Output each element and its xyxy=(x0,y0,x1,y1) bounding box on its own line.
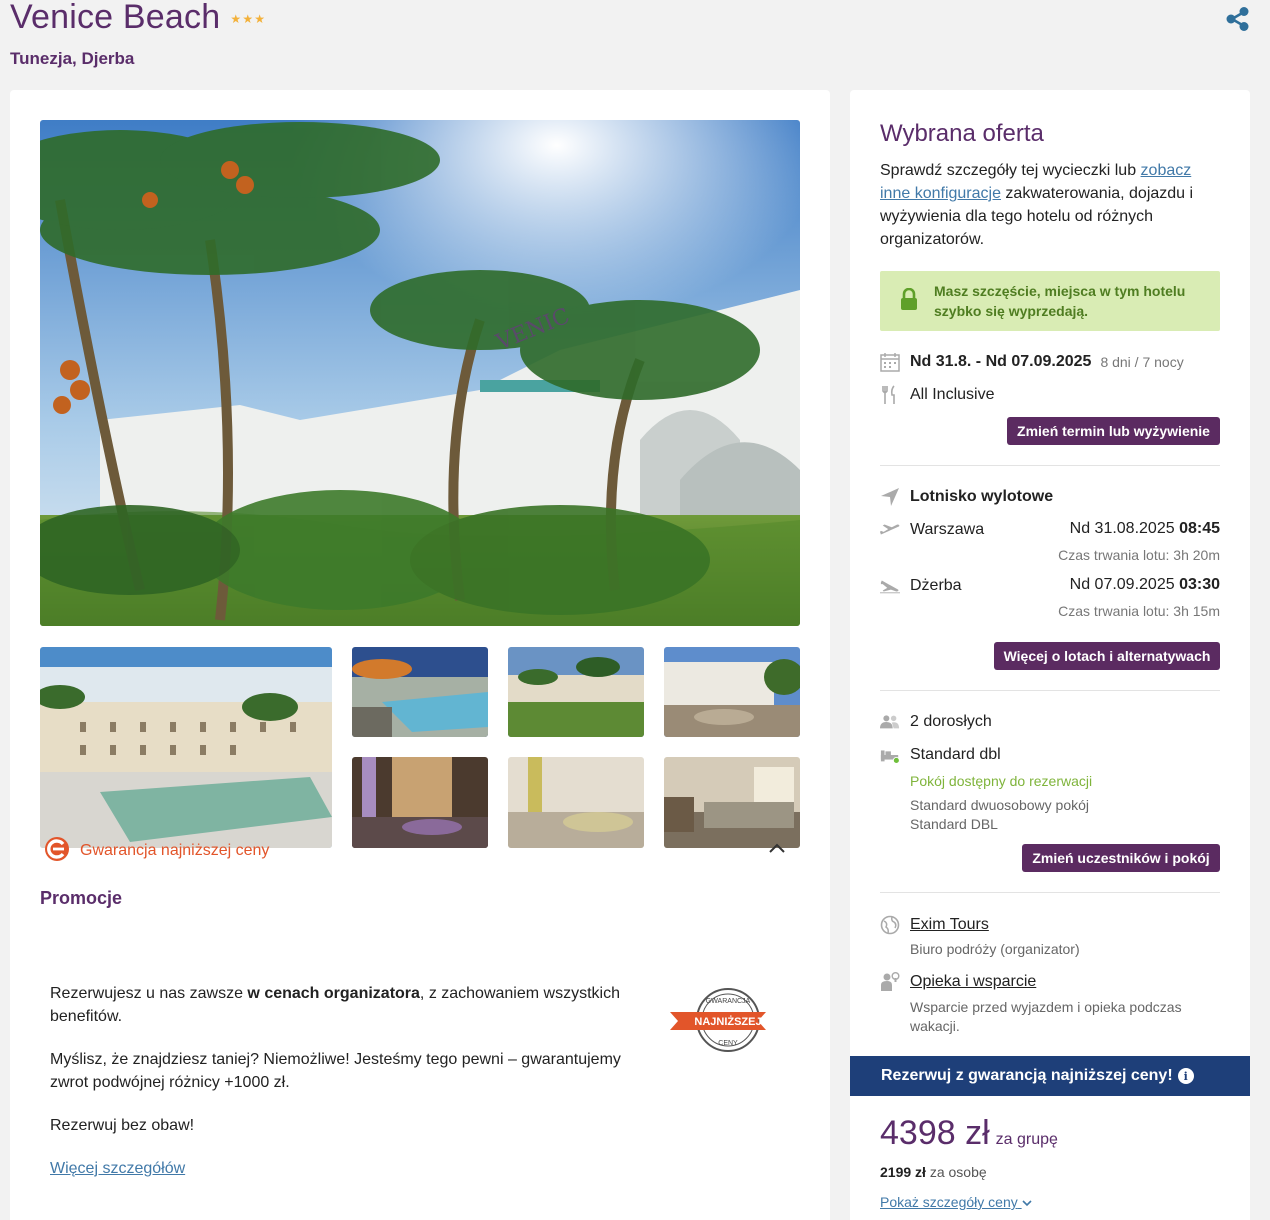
plane-landing-icon xyxy=(880,576,900,596)
room-description: Standard dwuosobowy pokój xyxy=(910,797,1090,813)
organizer-description: Biuro podróży (organizator) xyxy=(910,941,1080,957)
star-icon: ★ xyxy=(242,11,254,26)
per-person-unit: za osobę xyxy=(929,1164,987,1180)
organizer-link[interactable]: Exim Tours xyxy=(910,916,989,934)
per-person-value: 2199 zł xyxy=(880,1164,926,1180)
star-icon: ★ xyxy=(254,11,266,26)
outbound-city: Warszawa xyxy=(910,521,985,538)
total-price: 4398 zł za grupę xyxy=(880,1114,1058,1153)
availability-alert: Masz szczęście, miejsca w tym hotelu szy… xyxy=(880,271,1220,331)
promotion-paragraph: Myślisz, że znajdziesz taniej? Niemożliw… xyxy=(50,1051,621,1091)
gallery-thumbnail[interactable] xyxy=(508,647,644,737)
star-icon: ★ xyxy=(230,11,242,26)
support-agent-icon xyxy=(880,972,900,992)
gallery-thumbnail[interactable] xyxy=(508,757,644,848)
room-row: Standard dbl xyxy=(880,745,1001,765)
total-price-value: 4398 zł xyxy=(880,1114,990,1152)
divider xyxy=(880,690,1220,691)
organizer-row: Exim Tours xyxy=(880,915,989,935)
return-datetime: Nd 07.09.2025 03:30 xyxy=(1070,576,1220,594)
gallery-thumbnail[interactable] xyxy=(664,757,800,848)
badge-text-top: GWARANCJA xyxy=(706,998,751,1005)
more-details-link[interactable]: Więcej szczegółów xyxy=(50,1160,185,1178)
share-icon[interactable] xyxy=(1224,5,1252,33)
price-details-label: Pokaż szczegóły ceny xyxy=(880,1194,1018,1210)
offer-intro: Sprawdź szczegóły tej wycieczki lub zoba… xyxy=(880,159,1220,251)
room-name: Standard dbl xyxy=(910,746,1001,763)
outbound-flight-row: Warszawa xyxy=(880,520,984,540)
promo-text-bold: w cenach organizatora xyxy=(247,985,420,1002)
badge-text-middle: NAJNIŻSZEJ xyxy=(694,1015,761,1028)
price-details-link[interactable]: Pokaż szczegóły ceny xyxy=(880,1194,1032,1210)
outbound-flight-duration: Czas trwania lotu: 3h 20m xyxy=(1058,547,1220,563)
gallery-thumbnail[interactable] xyxy=(352,757,488,848)
promotion-paragraph: Rezerwuj bez obaw! xyxy=(50,1117,195,1134)
outbound-datetime: Nd 31.08.2025 08:45 xyxy=(1070,520,1220,538)
promotion-toggle[interactable]: Gwarancja najniższej ceny xyxy=(44,836,794,866)
intro-text: Sprawdź szczegóły tej wycieczki lub xyxy=(880,162,1141,179)
room-code: Standard DBL xyxy=(910,816,998,832)
departure-airport-row: Lotnisko wylotowe xyxy=(880,487,1053,507)
chevron-down-icon xyxy=(1022,1194,1032,1210)
guarantee-bar: Rezerwuj z gwarancją najniższej ceny! i xyxy=(850,1056,1250,1096)
cutlery-icon xyxy=(880,385,900,405)
trip-duration: 8 dni / 7 nocy xyxy=(1100,354,1184,370)
globe-icon xyxy=(880,915,900,935)
return-flight-duration: Czas trwania lotu: 3h 15m xyxy=(1058,603,1220,619)
gallery-thumbnail[interactable] xyxy=(352,647,488,737)
divider xyxy=(880,465,1220,466)
offer-title: Wybrana oferta xyxy=(880,120,1044,147)
support-link[interactable]: Opieka i wsparcie xyxy=(910,973,1036,991)
return-flight-row: Dżerba xyxy=(880,576,962,596)
bed-icon xyxy=(880,745,900,765)
calendar-icon xyxy=(880,352,900,372)
promotions-heading: Promocje xyxy=(40,888,123,908)
main-hotel-image[interactable]: VENIC xyxy=(40,120,800,626)
room-availability: Pokój dostępny do rezerwacji xyxy=(910,773,1093,789)
flights-more-button[interactable]: Więcej o lotach i alternatywach xyxy=(994,642,1220,670)
promotion-label: Gwarancja najniższej ceny xyxy=(80,842,270,859)
guarantee-text: Rezerwuj z gwarancją najniższej ceny! xyxy=(881,1067,1173,1084)
lowest-price-badge: NAJNIŻSZEJ GWARANCJA CENY xyxy=(668,984,772,1056)
lowest-price-logo-icon xyxy=(44,836,70,867)
badge-text-bottom: CENY xyxy=(718,1040,738,1047)
airport-label: Lotnisko wylotowe xyxy=(910,488,1054,505)
star-rating: ★ ★ ★ xyxy=(230,13,265,25)
return-time: 03:30 xyxy=(1179,576,1220,593)
offer-summary-panel: Wybrana oferta Sprawdź szczegóły tej wyc… xyxy=(850,90,1250,1220)
trip-dates: Nd 31.8. - Nd 07.09.2025 xyxy=(910,353,1092,370)
change-room-button[interactable]: Zmień uczestników i pokój xyxy=(1022,844,1220,872)
travellers-count: 2 dorosłych xyxy=(910,713,992,730)
people-icon xyxy=(880,712,900,732)
support-description: Wsparcie przed wyjazdem i opieka podczas… xyxy=(910,999,1182,1034)
total-price-unit: za grupę xyxy=(995,1131,1058,1148)
hotel-location: Tunezja, Djerba xyxy=(10,49,135,68)
hotel-name: Venice Beach xyxy=(10,0,221,36)
price-per-person: 2199 zł za osobę xyxy=(880,1164,987,1180)
navigation-arrow-icon xyxy=(880,487,900,507)
outbound-date: Nd 31.08.2025 xyxy=(1069,520,1175,537)
divider xyxy=(880,892,1220,893)
promo-text-part: Rezerwujesz u nas zawsze xyxy=(50,985,248,1002)
alert-text: Masz szczęście, miejsca w tym hotelu szy… xyxy=(934,283,1186,319)
support-row: Opieka i wsparcie xyxy=(880,972,1036,992)
travellers-row: 2 dorosłych xyxy=(880,712,992,732)
chevron-up-icon[interactable] xyxy=(768,841,786,859)
gallery-thumbnail[interactable] xyxy=(40,647,332,848)
gallery-thumbnail[interactable] xyxy=(664,647,800,737)
info-icon[interactable]: i xyxy=(1177,1068,1194,1084)
hotel-title: Venice Beach ★ ★ ★ xyxy=(10,0,265,37)
dates-row: Nd 31.8. - Nd 07.09.2025 8 dni / 7 nocy xyxy=(880,352,1184,372)
change-term-button[interactable]: Zmień termin lub wyżywienie xyxy=(1007,417,1220,445)
outbound-time: 08:45 xyxy=(1179,520,1220,537)
return-date: Nd 07.09.2025 xyxy=(1069,576,1175,593)
promotion-paragraph: Rezerwujesz u nas zawsze w cenach organi… xyxy=(50,982,650,1028)
board-type: All Inclusive xyxy=(910,386,995,403)
plane-takeoff-icon xyxy=(880,520,900,540)
board-row: All Inclusive xyxy=(880,385,994,405)
lock-icon xyxy=(900,287,918,315)
return-city: Dżerba xyxy=(910,577,962,594)
